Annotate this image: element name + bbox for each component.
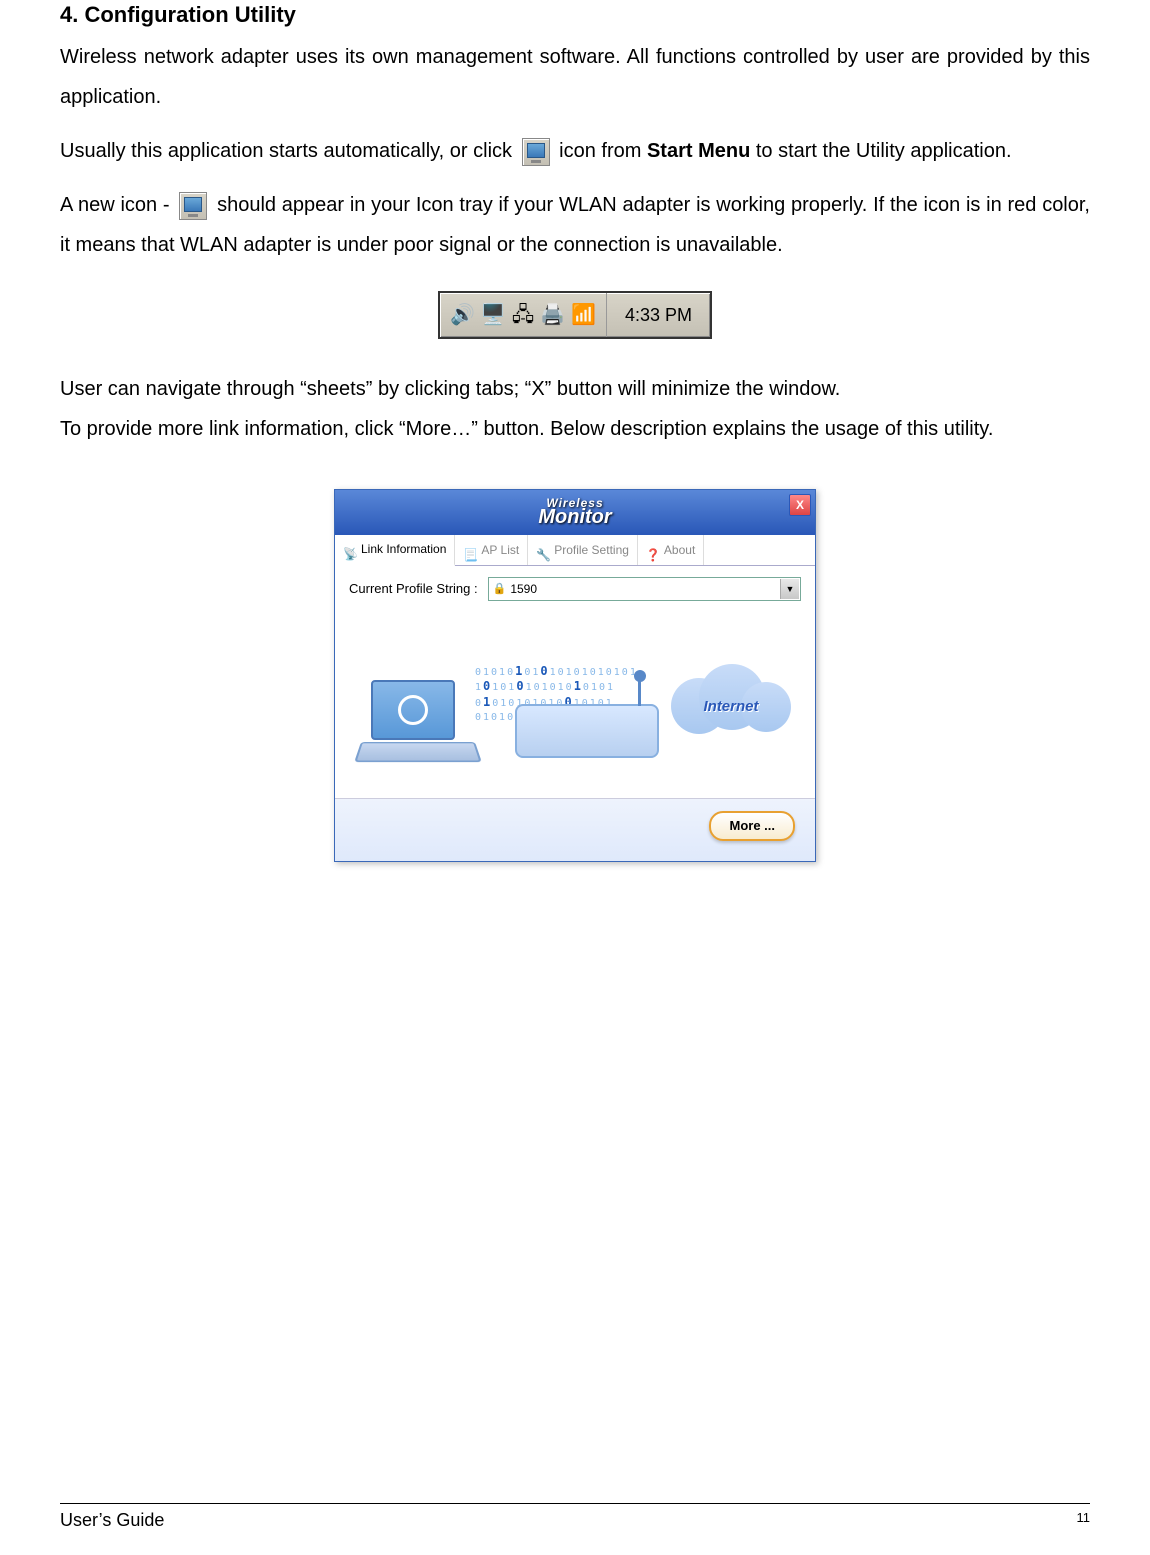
- volume-icon: 🔊: [450, 295, 475, 335]
- tray-adapter-icon: [179, 192, 207, 220]
- tab-label: About: [664, 538, 695, 562]
- footer-left: User’s Guide: [60, 1510, 164, 1531]
- text-fragment: to start the Utility application.: [756, 140, 1012, 162]
- system-tray: 🔊 🖥️ 🖧 🖨️ 📶 4:33 PM: [438, 291, 712, 339]
- app-brand: Wireless Monitor: [538, 497, 611, 527]
- lock-icon: 🔒: [493, 578, 507, 600]
- internet-cloud: Internet: [671, 664, 791, 734]
- chevron-down-icon: ▼: [780, 579, 799, 599]
- profile-setting-icon: 🔧: [536, 543, 550, 557]
- tab-profile-setting[interactable]: 🔧 Profile Setting: [528, 535, 638, 565]
- page-number: 11: [1077, 1510, 1091, 1531]
- section-heading: 4. Configuration Utility: [60, 0, 1090, 31]
- tray-icon-group: 🔊 🖥️ 🖧 🖨️ 📶: [440, 293, 607, 337]
- wireless-monitor-window: Wireless Monitor X 📡 Link Information 📃 …: [334, 489, 816, 862]
- titlebar: Wireless Monitor X: [335, 490, 815, 535]
- ap-list-icon: 📃: [463, 543, 477, 557]
- paragraph-start-menu: Usually this application starts automati…: [60, 131, 1090, 171]
- more-button[interactable]: More ...: [709, 811, 795, 841]
- text-fragment: should appear in your Icon tray if your …: [60, 194, 1090, 256]
- system-tray-figure: 🔊 🖥️ 🖧 🖨️ 📶 4:33 PM: [60, 291, 1090, 339]
- text-fragment: icon from: [559, 140, 647, 162]
- paragraph-intro: Wireless network adapter uses its own ma…: [60, 37, 1090, 117]
- utility-launch-icon: [522, 138, 550, 166]
- tab-about[interactable]: ❓ About: [638, 535, 704, 565]
- network-icon: 🖧: [512, 295, 534, 335]
- display-icon: 🖥️: [481, 295, 506, 335]
- profile-value: 1590: [510, 577, 537, 601]
- text-fragment: Usually this application starts automati…: [60, 140, 518, 162]
- link-info-icon: 📡: [343, 542, 357, 556]
- connection-diagram: 01010101010101010101 10101010101010101 0…: [335, 608, 815, 799]
- start-menu-strong: Start Menu: [647, 140, 750, 162]
- tab-label: AP List: [481, 538, 519, 562]
- profile-label: Current Profile String :: [349, 576, 478, 602]
- laptop-graphic: [361, 680, 481, 770]
- tab-label: Link Information: [361, 537, 446, 561]
- router-graphic: [515, 704, 659, 758]
- printer-icon: 🖨️: [540, 295, 565, 335]
- tray-clock: 4:33 PM: [607, 297, 710, 333]
- wlan-adapter-icon: 📶: [571, 295, 596, 335]
- text-fragment: A new icon -: [60, 194, 175, 216]
- tab-link-information[interactable]: 📡 Link Information: [335, 535, 455, 566]
- tab-bar: 📡 Link Information 📃 AP List 🔧 Profile S…: [335, 535, 815, 566]
- app-window-figure: Wireless Monitor X 📡 Link Information 📃 …: [60, 489, 1090, 862]
- cloud-label: Internet: [671, 692, 791, 722]
- paragraph-more: To provide more link information, click …: [60, 409, 1090, 449]
- close-button[interactable]: X: [789, 494, 811, 516]
- brand-big: Monitor: [538, 506, 611, 528]
- profile-select[interactable]: 🔒 1590 ▼: [488, 577, 801, 601]
- tab-ap-list[interactable]: 📃 AP List: [455, 535, 528, 565]
- page-footer: User’s Guide 11: [60, 1503, 1090, 1531]
- paragraph-navigate: User can navigate through “sheets” by cl…: [60, 369, 1090, 409]
- profile-row: Current Profile String : 🔒 1590 ▼: [335, 566, 815, 608]
- tab-label: Profile Setting: [554, 538, 629, 562]
- paragraph-tray-icon: A new icon - should appear in your Icon …: [60, 185, 1090, 265]
- more-row: More ...: [335, 799, 815, 861]
- about-icon: ❓: [646, 543, 660, 557]
